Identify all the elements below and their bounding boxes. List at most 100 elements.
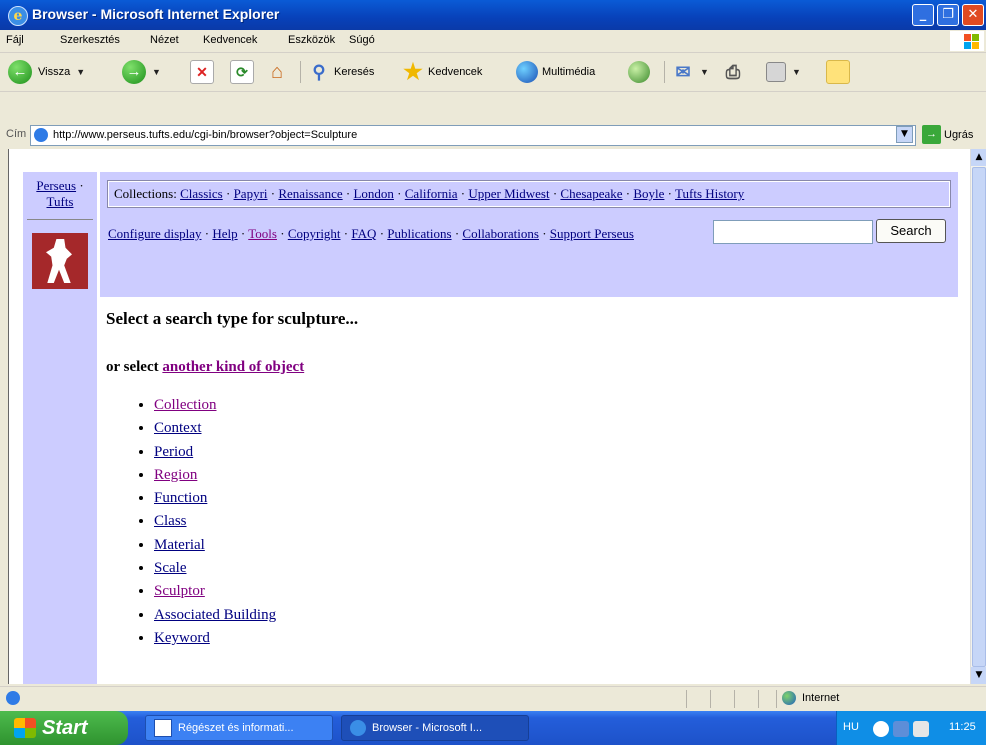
stop-icon: ✕ [190, 60, 214, 84]
go-arrow-icon: → [922, 125, 941, 144]
window-title: Browser - Microsoft Internet Explorer [32, 6, 280, 22]
minimize-button[interactable]: _ [912, 4, 934, 26]
faq-link[interactable]: FAQ [351, 226, 376, 241]
search-type-context[interactable]: Context [154, 420, 202, 436]
print-button[interactable]: ⎙ [722, 59, 744, 85]
search-type-region[interactable]: Region [154, 467, 197, 483]
zone-label: Internet [802, 692, 840, 704]
search-type-sculptor[interactable]: Sculptor [154, 583, 205, 599]
vertical-scrollbar[interactable]: ▲ ▼ [970, 149, 986, 684]
list-item: Period [154, 444, 276, 467]
collections-bar: Collections: Classics · Papyri · Renaiss… [107, 180, 951, 208]
collection-link-boyle[interactable]: Boyle [633, 186, 664, 201]
scroll-thumb[interactable] [972, 167, 986, 667]
search-type-collection[interactable]: Collection [154, 397, 217, 413]
perseus-home-link[interactable]: Perseus [36, 178, 76, 193]
system-tray: HU 11:25 [836, 711, 986, 745]
configure-display-link[interactable]: Configure display [108, 226, 202, 241]
search-type-scale[interactable]: Scale [154, 560, 186, 576]
forward-button[interactable]: → ▼ [122, 59, 161, 85]
network-icon[interactable] [893, 721, 909, 737]
search-label: Keresés [334, 66, 375, 78]
list-item: Associated Building [154, 607, 276, 630]
title-bar: e Browser - Microsoft Internet Explorer … [0, 0, 986, 30]
ie-app-icon: e [8, 6, 28, 26]
close-button[interactable]: ✕ [962, 4, 984, 26]
media-icon [516, 61, 538, 83]
list-item: Sculptor [154, 583, 276, 606]
status-bar: Internet [0, 686, 986, 711]
globe-icon [782, 691, 796, 705]
collection-link-tufts-history[interactable]: Tufts History [675, 186, 744, 201]
volume-icon[interactable] [913, 721, 929, 737]
go-label: Ugrás [944, 128, 974, 141]
search-type-keyword[interactable]: Keyword [154, 630, 210, 646]
collection-link-london[interactable]: London [353, 186, 393, 201]
list-item: Context [154, 420, 276, 443]
collection-link-papyri[interactable]: Papyri [234, 186, 268, 201]
search-button[interactable]: ⚲ Keresés [308, 59, 374, 85]
favorites-button[interactable]: ★ Kedvencek [402, 59, 482, 85]
search-submit-button[interactable]: Search [876, 219, 946, 243]
messenger-button[interactable] [826, 59, 850, 85]
menu-favorites[interactable]: Kedvencek [203, 34, 257, 46]
edit-button[interactable]: ▼ [766, 59, 801, 85]
tools-link[interactable]: Tools [248, 226, 277, 241]
back-arrow-icon: ← [8, 60, 32, 84]
refresh-button[interactable]: ⟳ [230, 59, 254, 85]
support-perseus-link[interactable]: Support Perseus [550, 226, 634, 241]
collection-link-chesapeake[interactable]: Chesapeake [560, 186, 622, 201]
search-type-associated-building[interactable]: Associated Building [154, 607, 276, 623]
home-icon: ⌂ [270, 61, 284, 83]
page-status-icon [6, 691, 20, 705]
publications-link[interactable]: Publications [387, 226, 451, 241]
ie-icon [350, 720, 366, 736]
collection-link-renaissance[interactable]: Renaissance [278, 186, 342, 201]
menu-help[interactable]: Súgó [349, 34, 375, 46]
scroll-down-button[interactable]: ▼ [971, 667, 986, 684]
scroll-up-button[interactable]: ▲ [971, 149, 986, 166]
start-button[interactable]: Start [0, 711, 128, 745]
collection-link-classics[interactable]: Classics [180, 186, 223, 201]
list-item: Material [154, 537, 276, 560]
taskbar-item-browser[interactable]: Browser - Microsoft I... [341, 715, 529, 741]
media-button[interactable]: Multimédia [516, 59, 595, 85]
history-button[interactable] [628, 59, 650, 85]
copyright-link[interactable]: Copyright [288, 226, 341, 241]
mail-button[interactable]: ✉ ▼ [672, 59, 708, 85]
address-dropdown-button[interactable]: ▼ [896, 126, 913, 143]
help-link[interactable]: Help [212, 226, 237, 241]
stop-button[interactable]: ✕ [190, 59, 214, 85]
address-input[interactable]: http://www.perseus.tufts.edu/cgi-bin/bro… [30, 125, 916, 146]
search-input[interactable] [713, 220, 873, 244]
list-item: Region [154, 467, 276, 490]
clock: 11:25 [949, 721, 976, 733]
page-heading: Select a search type for sculpture... [106, 309, 359, 328]
back-label: Vissza [38, 66, 71, 78]
perseus-logo[interactable] [32, 233, 88, 289]
search-type-function[interactable]: Function [154, 490, 207, 506]
taskbar-item-word[interactable]: Régészet és informati... [145, 715, 333, 741]
menu-file[interactable]: Fájl [6, 34, 24, 46]
collaborations-link[interactable]: Collaborations [462, 226, 539, 241]
refresh-icon: ⟳ [230, 60, 254, 84]
show-hidden-icons-icon[interactable] [873, 721, 889, 737]
forward-arrow-icon: → [122, 60, 146, 84]
home-button[interactable]: ⌂ [266, 59, 288, 85]
go-button[interactable]: → Ugrás [922, 125, 973, 144]
back-button[interactable]: ← Vissza ▼ [8, 59, 85, 85]
menu-tools[interactable]: Eszközök [288, 34, 335, 46]
search-type-class[interactable]: Class [154, 513, 187, 529]
language-indicator[interactable]: HU [843, 721, 859, 733]
collection-link-upper-midwest[interactable]: Upper Midwest [468, 186, 549, 201]
taskbar-item-label: Browser - Microsoft I... [372, 722, 483, 734]
search-type-period[interactable]: Period [154, 444, 193, 460]
list-item: Collection [154, 397, 276, 420]
tufts-link[interactable]: Tufts [47, 194, 74, 209]
maximize-button[interactable]: ❐ [937, 4, 959, 26]
search-type-material[interactable]: Material [154, 537, 205, 553]
another-kind-link[interactable]: another kind of object [162, 359, 304, 375]
menu-edit[interactable]: Szerkesztés [60, 34, 120, 46]
collection-link-california[interactable]: California [405, 186, 458, 201]
menu-view[interactable]: Nézet [150, 34, 179, 46]
